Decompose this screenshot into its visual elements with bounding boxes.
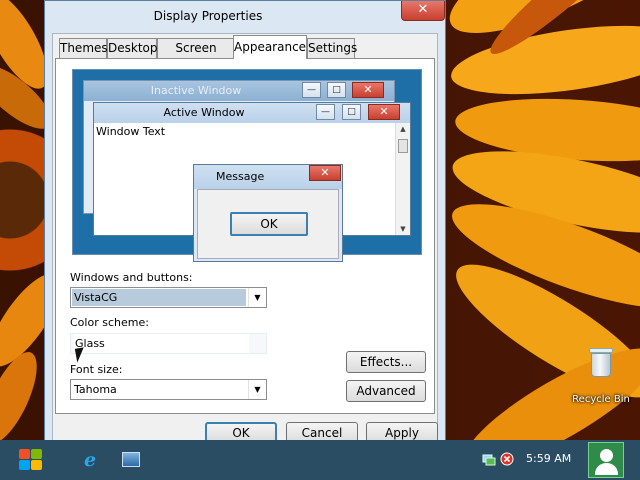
display-properties-dialog: Display Properties ✕ Themes Desktop Scre… — [44, 0, 446, 444]
dialog-close-button[interactable]: ✕ — [401, 1, 445, 21]
chevron-down-icon[interactable]: ▼ — [248, 380, 266, 399]
tab-screen-saver[interactable]: Screen Saver — [157, 38, 235, 73]
inactive-window-title: Inactive Window — [84, 81, 394, 101]
recycle-bin-icon — [589, 348, 613, 378]
message-box-close-icon: ✕ — [309, 165, 341, 181]
appearance-preview: Inactive Window — □ ✕ Active Window — □ … — [72, 69, 422, 262]
recycle-bin-shortcut[interactable]: Recycle Bin — [568, 348, 634, 405]
message-box-ok-button: OK — [230, 212, 308, 236]
tab-themes[interactable]: Themes — [59, 38, 108, 58]
scroll-down-icon: ▼ — [400, 225, 406, 233]
preview-active-window: Active Window — □ ✕ Window Text ▲ ▼ Mess… — [93, 102, 411, 262]
font-size-value: Tahoma — [74, 383, 117, 396]
dialog-titlebar[interactable]: Display Properties ✕ — [45, 1, 445, 31]
font-size-select[interactable]: Tahoma ▼ — [70, 379, 267, 400]
windows-and-buttons-select[interactable]: VistaCG ▼ — [70, 287, 267, 308]
start-button[interactable] — [6, 444, 54, 476]
color-scheme-value: Glass — [73, 334, 249, 353]
effects-button[interactable]: Effects... — [346, 351, 426, 373]
security-alert-icon[interactable] — [500, 452, 514, 466]
taskbar-clock[interactable]: 5:59 AM — [526, 452, 571, 465]
inactive-maximize-icon: □ — [327, 82, 346, 98]
tab-desktop[interactable]: Desktop — [107, 38, 158, 58]
color-scheme-label: Color scheme: — [70, 316, 149, 329]
preview-message-box: Message Box ✕ OK — [193, 164, 343, 262]
internet-explorer-icon[interactable]: e — [80, 450, 100, 470]
network-icon[interactable] — [482, 452, 496, 466]
scroll-thumb — [398, 139, 408, 153]
preview-scrollbar: ▲ ▼ — [395, 123, 410, 235]
windows-and-buttons-value: VistaCG — [72, 289, 246, 306]
recycle-bin-label: Recycle Bin — [572, 394, 630, 405]
chevron-down-icon[interactable]: ▼ — [248, 288, 266, 307]
taskbar: e 5:59 AM — [0, 440, 640, 480]
user-icon[interactable] — [588, 442, 624, 478]
inactive-minimize-icon: — — [302, 82, 321, 98]
active-maximize-icon: □ — [342, 104, 361, 120]
windows-and-buttons-label: Windows and buttons: — [70, 271, 193, 284]
dialog-client-area: Themes Desktop Screen Saver Appearance S… — [52, 33, 438, 444]
tab-appearance[interactable]: Appearance — [233, 35, 307, 59]
font-size-label: Font size: — [70, 363, 123, 376]
dialog-title: Display Properties — [153, 9, 263, 23]
inactive-close-icon: ✕ — [352, 82, 384, 98]
scroll-up-icon: ▲ — [400, 125, 406, 133]
appearance-tab-panel: Inactive Window — □ ✕ Active Window — □ … — [55, 58, 435, 414]
tab-settings[interactable]: Settings — [307, 38, 357, 58]
display-properties-icon[interactable] — [122, 452, 140, 467]
window-text-sample: Window Text — [96, 125, 166, 138]
color-scheme-select[interactable]: Glass — [70, 333, 267, 354]
active-minimize-icon: — — [316, 104, 335, 120]
active-close-icon: ✕ — [368, 104, 400, 120]
active-window-title: Active Window — [94, 103, 410, 123]
advanced-button[interactable]: Advanced — [346, 380, 426, 402]
